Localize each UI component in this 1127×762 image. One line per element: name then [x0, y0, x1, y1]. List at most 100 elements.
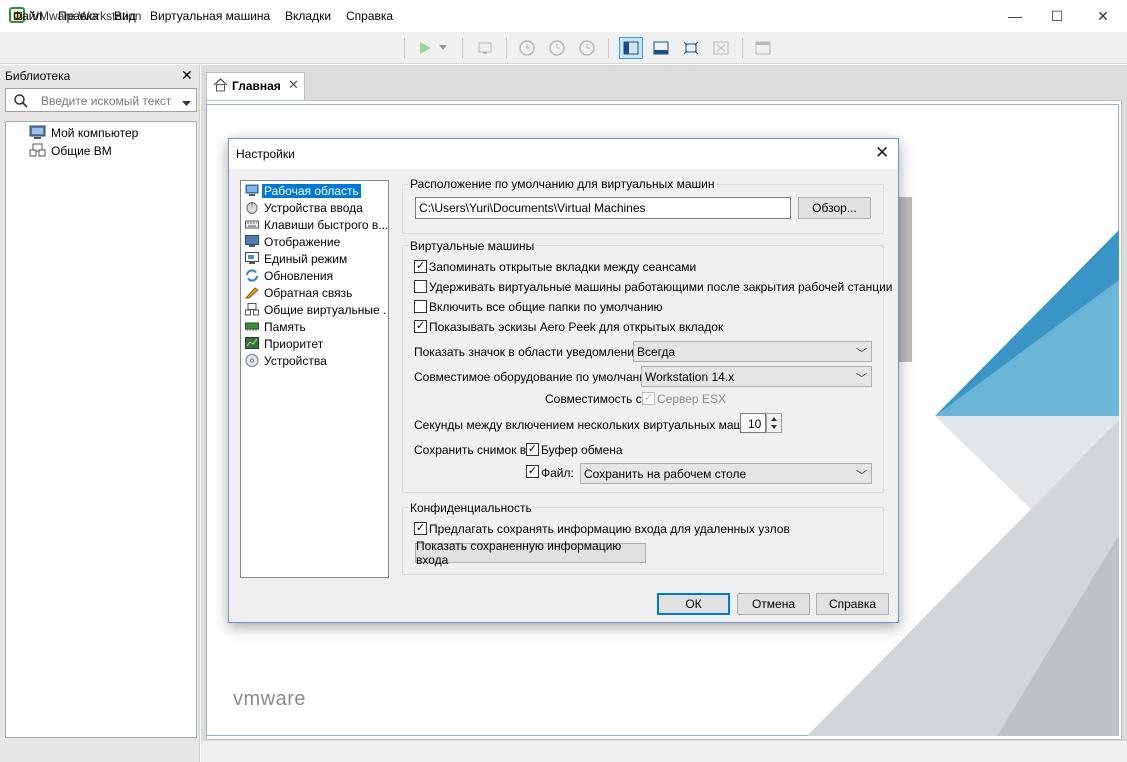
save-login-checkbox[interactable]: ✓ — [414, 522, 427, 535]
thumbnail-bar-icon[interactable] — [650, 38, 672, 58]
vm-location-value: C:\Users\Yuri\Documents\Virtual Machines — [419, 201, 646, 215]
nav-item-shared-vms[interactable]: Общие виртуальные ... — [245, 301, 387, 318]
library-close-button[interactable]: ✕ — [181, 67, 193, 84]
close-window-button[interactable]: ✕ — [1080, 0, 1126, 32]
keep-running-label: Удерживать виртуальные машины работающим… — [429, 280, 893, 294]
nav-item-display[interactable]: Отображение — [245, 233, 387, 250]
ok-button[interactable]: ОК — [657, 593, 730, 615]
shared-folders-checkbox[interactable] — [414, 300, 427, 313]
remember-tabs-checkbox[interactable]: ✓ — [414, 260, 427, 273]
help-button[interactable]: Справка — [816, 593, 889, 615]
snapshot-file-select[interactable]: Сохранить на рабочем столе ﹀ — [580, 463, 872, 484]
keep-running-checkbox[interactable] — [414, 280, 427, 293]
computer-icon — [29, 125, 46, 143]
search-dropdown-icon[interactable] — [182, 96, 191, 110]
search-placeholder: Введите искомый текст — [41, 94, 172, 108]
keyboard-icon — [245, 220, 259, 229]
nav-item-input[interactable]: Устройства ввода — [245, 199, 387, 216]
home-icon — [213, 78, 228, 95]
memory-icon — [245, 322, 259, 331]
menu-file[interactable]: Файл — [13, 9, 43, 23]
library-tree — [5, 121, 197, 738]
library-title: Библиотека — [5, 69, 71, 83]
workspace-icon — [245, 184, 259, 196]
nav-item-memory[interactable]: Память — [245, 318, 387, 335]
browse-button[interactable]: Обзор... — [798, 197, 871, 219]
feedback-icon — [245, 287, 259, 299]
vmware-logo: vmware — [233, 688, 307, 710]
tree-item-shared-vms[interactable]: Общие ВМ — [51, 144, 112, 158]
remember-tabs-label: Запоминать открытые вкладки между сеанса… — [429, 260, 697, 274]
nav-item-hotkeys[interactable]: Клавиши быстрого в... — [245, 216, 387, 233]
compat-label: Совместимость с: — [545, 392, 646, 406]
esx-compat-label: Сервер ESX — [657, 392, 726, 406]
menu-help[interactable]: Справка — [346, 9, 393, 23]
dialog-title-bar — [229, 139, 898, 169]
show-saved-login-button[interactable]: Показать сохраненную информацию входа — [415, 539, 646, 567]
tray-icon-select[interactable]: Всегда ﹀ — [633, 341, 872, 362]
power-on-delay-label: Секунды между включением нескольких вирт… — [414, 418, 760, 432]
hardware-compat-label: Совместимое оборудование по умолчанию: — [414, 370, 659, 384]
unity-icon[interactable] — [710, 38, 732, 58]
minimize-button[interactable]: — — [992, 0, 1038, 32]
aero-peek-label: Показывать эскизы Aero Peek для открытых… — [429, 320, 724, 334]
dialog-close-button[interactable]: ✕ — [875, 143, 889, 163]
status-bar — [201, 740, 1127, 762]
chevron-down-icon: ﹀ — [856, 348, 867, 360]
menu-edit[interactable]: Правка — [58, 9, 99, 23]
clipboard-label: Буфер обмена — [541, 443, 623, 457]
hardware-compat-select[interactable]: Workstation 14.x ﹀ — [641, 366, 872, 387]
tab-home-label: Главная — [232, 79, 281, 93]
refresh-icon — [246, 269, 258, 282]
toolbar-separator — [742, 38, 743, 58]
mouse-icon — [246, 202, 258, 214]
menu-vm[interactable]: Виртуальная машина — [150, 9, 270, 23]
privacy-group-title: Конфиденциальность — [408, 501, 534, 515]
chevron-down-icon: ﹀ — [856, 373, 867, 385]
nav-item-workspace[interactable]: Рабочая область — [245, 182, 387, 199]
tree-item-my-computer[interactable]: Мой компьютер — [51, 126, 138, 140]
full-screen-icon[interactable] — [680, 38, 702, 58]
nav-item-priority[interactable]: Приоритет — [245, 335, 387, 352]
shared-vm-icon — [29, 143, 46, 162]
power-on-icon[interactable] — [414, 38, 436, 58]
show-library-icon[interactable] — [619, 37, 643, 59]
cancel-button[interactable]: Отмена — [737, 593, 810, 615]
file-label: Файл: — [541, 466, 574, 480]
dialog-title: Настройки — [236, 147, 295, 161]
toolbar-separator — [404, 38, 405, 58]
tab-close-button[interactable]: ✕ — [288, 77, 299, 93]
snapshot-icon[interactable] — [516, 38, 538, 58]
shared-vms-icon — [245, 303, 259, 316]
snapshot-save-label: Сохранить снимок в: — [414, 443, 530, 457]
power-on-delay-stepper[interactable] — [766, 413, 782, 433]
toolbar-separator — [462, 38, 463, 58]
power-dropdown-icon[interactable] — [436, 38, 450, 58]
snapshot-manager-icon[interactable] — [576, 38, 598, 58]
clipboard-checkbox[interactable]: ✓ — [526, 443, 539, 456]
menu-tabs[interactable]: Вкладки — [285, 9, 331, 23]
nav-item-feedback[interactable]: Обратная связь — [245, 284, 387, 301]
nav-item-devices[interactable]: Устройства — [245, 352, 387, 369]
chevron-down-icon: ﹀ — [856, 470, 867, 482]
priority-icon — [245, 337, 259, 349]
search-icon — [13, 93, 29, 112]
shared-folders-label: Включить все общие папки по умолчанию — [429, 300, 663, 314]
location-group-title: Расположение по умолчанию для виртуальны… — [408, 177, 717, 191]
display-icon — [245, 235, 259, 247]
power-on-delay-value: 10 — [748, 417, 762, 431]
aero-peek-checkbox[interactable]: ✓ — [414, 320, 427, 333]
revert-snapshot-icon[interactable] — [546, 38, 568, 58]
send-ctrl-alt-del-icon[interactable] — [474, 38, 496, 58]
vms-group-title: Виртуальные машины — [408, 239, 537, 253]
menu-view[interactable]: Вид — [114, 9, 136, 23]
esx-compat-checkbox[interactable]: ✓ — [642, 392, 655, 405]
disc-icon — [245, 354, 259, 367]
console-view-icon[interactable] — [752, 38, 774, 58]
tray-icon-label: Показать значок в области уведомлений: — [414, 345, 644, 359]
file-checkbox[interactable]: ✓ — [526, 465, 539, 478]
save-login-label: Предлагать сохранять информацию входа дл… — [429, 522, 790, 536]
maximize-button[interactable]: ☐ — [1034, 0, 1080, 32]
nav-item-unity[interactable]: Единый режим — [245, 250, 387, 267]
nav-item-updates[interactable]: Обновления — [245, 267, 387, 284]
